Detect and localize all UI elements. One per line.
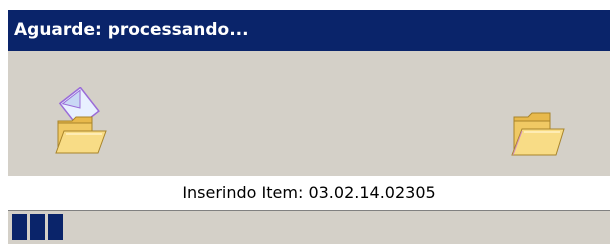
progress-block: [12, 214, 27, 240]
progress-block: [30, 214, 45, 240]
open-folder-with-document-icon: [55, 87, 107, 154]
status-text: Inserindo Item: 03.02.14.02305: [182, 183, 436, 202]
progress-fill: [12, 214, 63, 240]
title-bar[interactable]: Aguarde: processando...: [8, 10, 610, 51]
open-folder-icon: [511, 112, 565, 156]
progress-bar: [8, 210, 610, 244]
progress-block: [48, 214, 63, 240]
window-title: Aguarde: processando...: [14, 20, 249, 40]
status-area: Inserindo Item: 03.02.14.02305: [8, 176, 610, 210]
file-transfer-animation: [8, 51, 610, 176]
progress-dialog: Aguarde: processando... Inserindo Item: …: [8, 10, 610, 244]
